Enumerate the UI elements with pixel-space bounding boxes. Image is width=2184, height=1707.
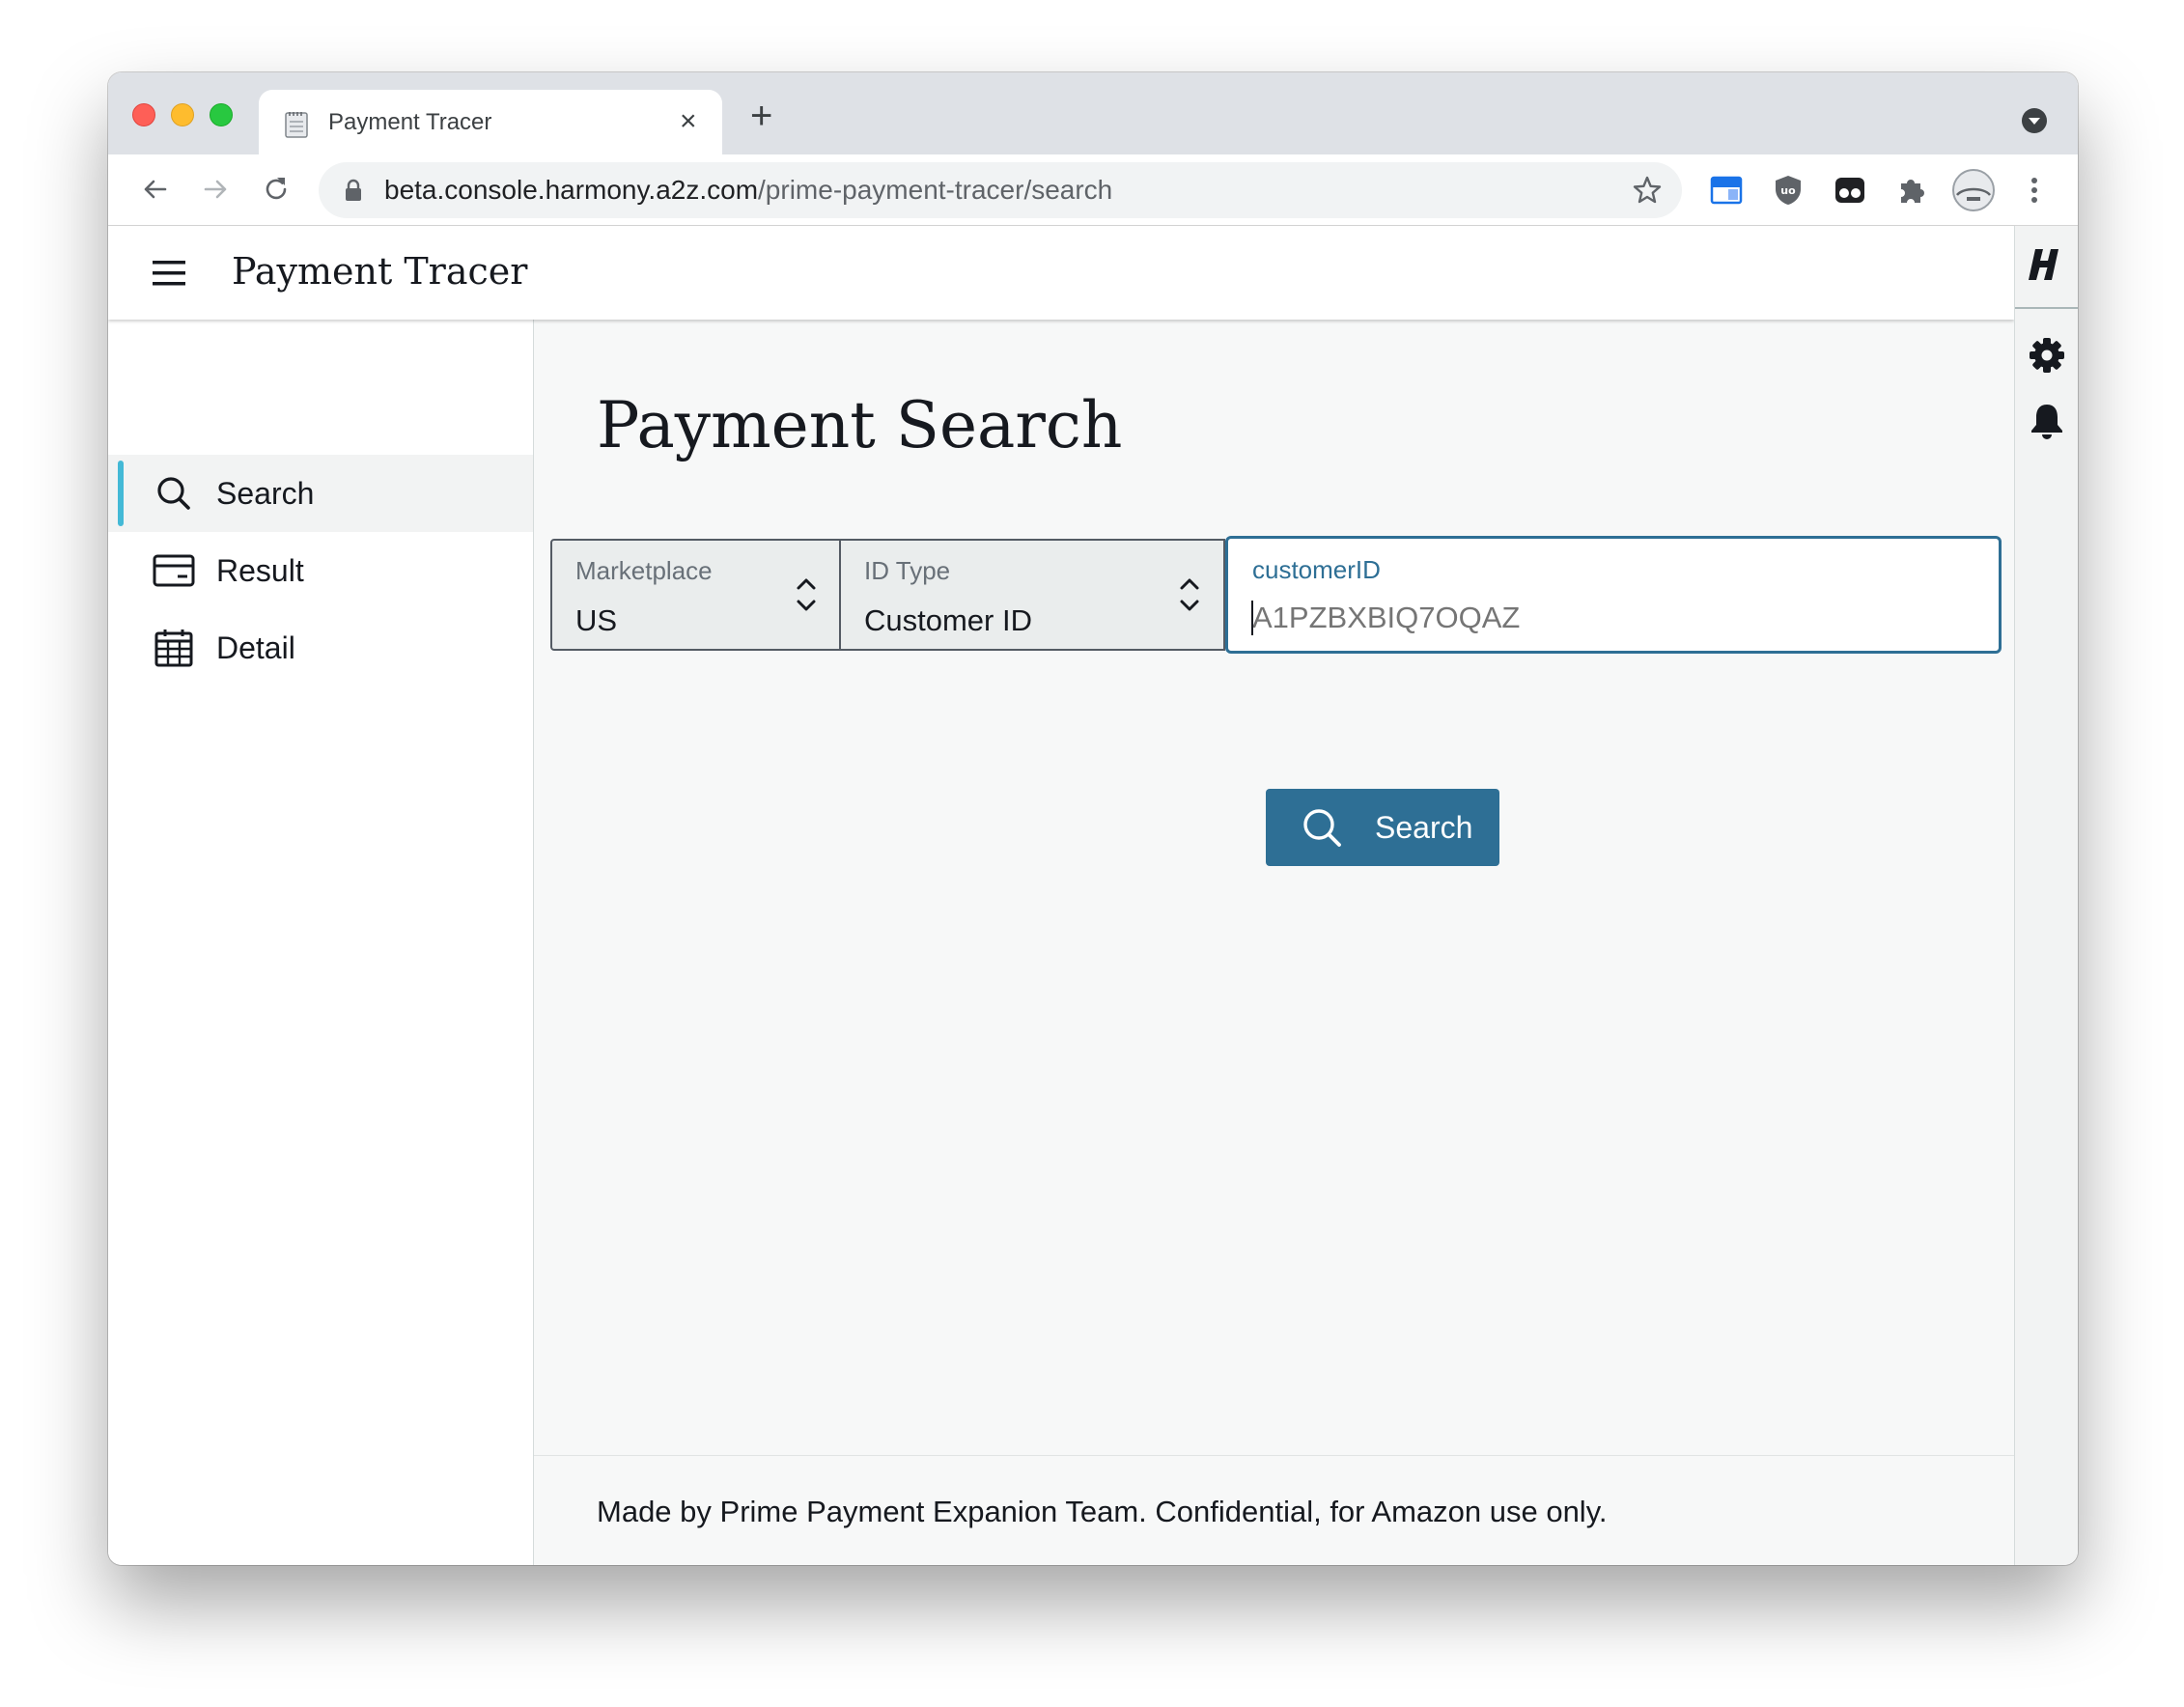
ublock-shield-icon[interactable]: uo [1772,174,1805,207]
maximize-window-button[interactable] [210,103,233,126]
right-rail [2014,226,2078,1565]
footer: Made by Prime Payment Expanion Team. Con… [534,1455,2014,1565]
notepad-icon [285,112,308,138]
browser-window: Payment Tracer × + beta.console.harmony.… [108,72,2078,1565]
main-content: Payment Search Marketplace US ID Type Cu… [534,320,2014,1565]
sidebar-item-label: Result [216,553,304,588]
id-type-value: Customer ID [864,603,1032,637]
marketplace-select[interactable]: Marketplace US [550,539,841,651]
profile-avatar-icon[interactable] [1951,168,1996,212]
customer-id-field[interactable]: customerID [1225,536,2002,654]
puzzle-extensions-icon[interactable] [1895,174,1928,207]
browser-toolbar: beta.console.harmony.a2z.com/prime-payme… [108,154,2078,226]
svg-text:uo: uo [1780,184,1796,197]
marketplace-value: US [575,603,618,637]
search-icon [157,477,190,510]
tab-strip: Payment Tracer × + [108,72,2078,154]
forward-icon[interactable] [201,174,232,205]
search-button-label: Search [1375,810,1473,845]
text-cursor [1251,601,1253,635]
id-type-select[interactable]: ID Type Customer ID [839,539,1225,651]
select-arrows-icon [797,578,816,611]
customer-id-label: customerID [1252,555,1381,584]
lock-icon[interactable] [344,179,363,202]
marketplace-label: Marketplace [575,556,713,585]
app-header: Payment Tracer [108,226,2014,320]
sidebar-item-label: Detail [216,630,295,665]
gear-icon[interactable] [2028,336,2066,375]
id-type-label: ID Type [864,556,951,585]
back-icon[interactable] [139,174,170,205]
app-title[interactable]: Payment Tracer [232,247,527,295]
sidebar-item-label: Search [216,476,315,511]
window-extension-icon[interactable] [1710,174,1743,207]
footer-text: Made by Prime Payment Expanion Team. Con… [597,1495,1608,1528]
minimize-window-button[interactable] [171,103,194,126]
tab-close-icon[interactable]: × [680,105,697,138]
harmony-logo-icon[interactable] [2024,243,2066,286]
bookmark-star-icon[interactable] [1632,175,1663,206]
calendar-icon [154,630,193,667]
glasses-extension-icon[interactable] [1834,174,1866,207]
select-arrows-icon [1180,578,1199,611]
bell-icon[interactable] [2028,402,2066,440]
new-tab-button[interactable]: + [750,97,772,135]
sidebar-item-search[interactable]: Search [108,455,533,532]
hamburger-menu-icon[interactable] [153,259,185,288]
address-bar[interactable]: beta.console.harmony.a2z.com/prime-payme… [319,162,1682,218]
search-button[interactable]: Search [1266,789,1499,866]
customer-id-input[interactable] [1252,601,1967,635]
url-text[interactable]: beta.console.harmony.a2z.com/prime-payme… [384,176,1112,205]
search-icon [1303,809,1341,847]
card-icon [153,554,195,587]
rail-divider [2015,307,2078,309]
sidebar-item-detail[interactable]: Detail [108,609,533,686]
browser-tab[interactable]: Payment Tracer × [259,90,722,154]
reload-icon[interactable] [261,174,292,205]
url-path: /prime-payment-tracer/search [758,175,1113,205]
browser-menu-icon[interactable] [2025,174,2044,207]
sidebar-item-result[interactable]: Result [108,532,533,609]
tab-title: Payment Tracer [328,109,492,135]
close-window-button[interactable] [132,103,155,126]
tab-search-icon[interactable] [2021,107,2048,134]
url-host: beta.console.harmony.a2z.com [384,175,759,205]
side-navigation: Search Result Detail [108,320,534,1565]
page-title: Payment Search [597,388,1123,462]
